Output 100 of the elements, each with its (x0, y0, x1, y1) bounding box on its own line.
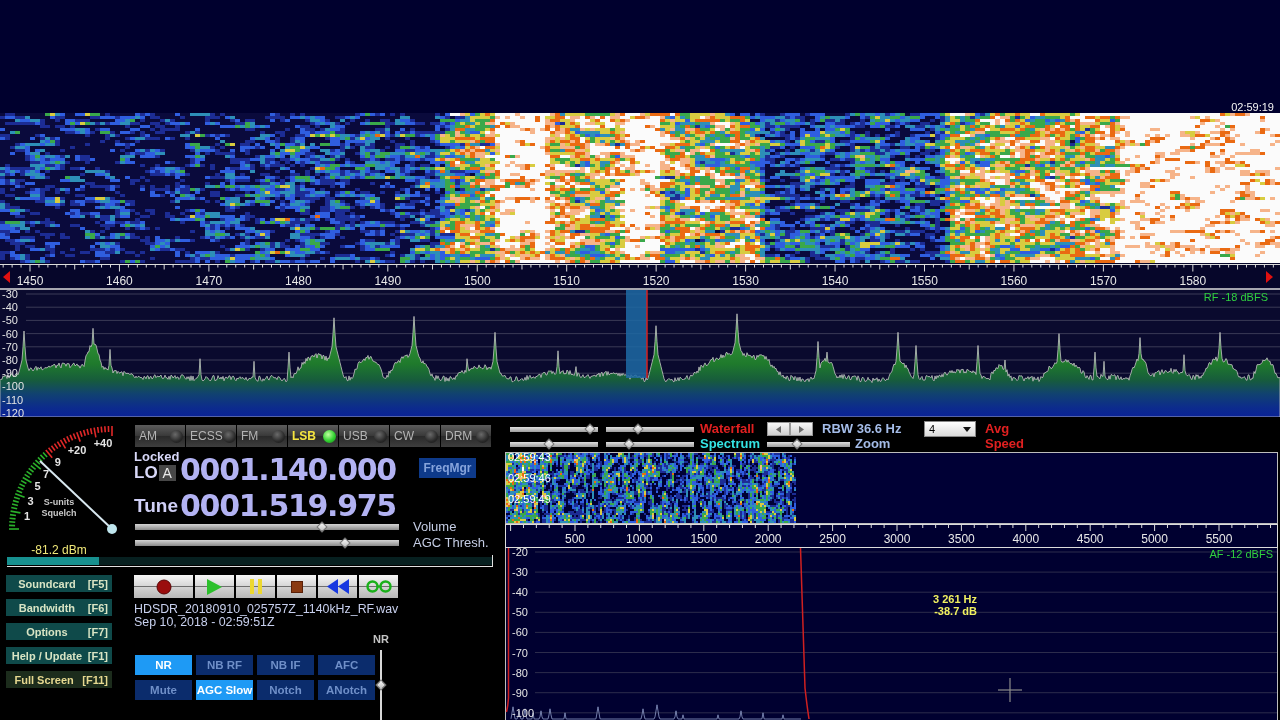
slider-track[interactable] (135, 521, 399, 533)
axis-label: 1530 (732, 274, 759, 288)
mode-button[interactable]: FM (237, 425, 287, 447)
axis-label: 1550 (911, 274, 938, 288)
axis-label: 3000 (883, 532, 911, 546)
slider-thumb[interactable] (375, 679, 387, 691)
play-button[interactable] (195, 575, 234, 598)
rbw-label: RBW 36.6 Hz (822, 422, 902, 436)
axis-label: 5500 (1205, 532, 1233, 546)
scale-label: 1 (24, 509, 31, 522)
crosshair-icon (997, 677, 1023, 703)
axis-label: 1000 (626, 532, 653, 546)
step-right-button[interactable] (790, 422, 813, 436)
mode-button[interactable]: USB (339, 425, 389, 447)
dsp-button[interactable]: AGC Slow (196, 680, 253, 700)
meter-caption: S-units (43, 497, 75, 507)
speed-label: Speed (985, 437, 1024, 451)
axis-label: 2500 (819, 532, 846, 546)
recording-filename: HDSDR_20180910_025757Z_1140kHz_RF.wav (134, 603, 399, 616)
axis-label: 1460 (106, 274, 133, 288)
level-label: -30 (2, 290, 18, 300)
left-triangle-icon[interactable] (3, 271, 10, 283)
slider-thumb[interactable] (791, 438, 803, 450)
function-button[interactable]: Help / Update [F1] (6, 647, 112, 664)
level-label: -70 (512, 646, 528, 659)
slider-thumb[interactable] (543, 438, 555, 450)
lo-label: LO (134, 464, 158, 481)
led-icon (425, 429, 438, 443)
scale-label: 7 (43, 467, 50, 480)
led-icon (476, 429, 489, 443)
loop-button[interactable] (359, 575, 398, 598)
slider-label: Volume (413, 519, 457, 535)
right-triangle-icon[interactable] (1266, 271, 1273, 283)
led-icon (222, 429, 236, 443)
average-label: Avg (985, 422, 1010, 436)
rewind-icon (326, 579, 349, 594)
level-label: -100 (2, 380, 25, 393)
axis-label: 1510 (553, 274, 581, 288)
mode-button[interactable]: LSB (288, 425, 338, 447)
dsp-button[interactable]: NB IF (257, 655, 314, 675)
tune-frequency[interactable]: 0001.519.975 (180, 489, 396, 523)
level-label: -40 (512, 586, 528, 599)
level-label: -120 (2, 406, 25, 417)
axis-label: 1450 (16, 274, 44, 288)
function-button[interactable]: Bandwidth [F6] (6, 599, 112, 616)
nr-label: NR (373, 633, 389, 645)
dsp-button[interactable]: NB RF (196, 655, 253, 675)
scale-label: +20 (67, 444, 87, 457)
level-label: -80 (512, 666, 528, 679)
level-label: -60 (2, 327, 18, 340)
dsp-button[interactable]: Mute (135, 680, 192, 700)
dsp-button[interactable]: AFC (318, 655, 375, 675)
tune-marker[interactable] (646, 290, 648, 379)
dsp-button[interactable]: NR (135, 655, 192, 675)
level-label: -20 (512, 548, 528, 558)
slider-track[interactable] (135, 537, 399, 549)
pause-button[interactable] (236, 575, 275, 598)
spectrum-label: Spectrum (700, 437, 760, 451)
led-icon (170, 429, 183, 443)
axis-label: 500 (565, 532, 585, 546)
tune-label: Tune (134, 495, 179, 517)
level-label: -80 (2, 354, 18, 366)
vfo-button[interactable]: A (158, 464, 176, 481)
dsp-button[interactable]: ANotch (318, 680, 375, 700)
rewind-button[interactable] (318, 575, 357, 598)
freq-manager-button[interactable]: FreqMgr (419, 458, 476, 478)
rf-level-readout: RF -18 dBFS (1203, 291, 1268, 303)
level-label: -100 (512, 706, 535, 719)
stop-button[interactable] (277, 575, 316, 598)
axis-label: 1570 (1090, 274, 1117, 288)
mode-button[interactable]: ECSS (186, 425, 236, 447)
axis-label: 1520 (642, 274, 670, 288)
left-triangle-icon (776, 425, 781, 433)
level-label: -90 (512, 686, 528, 699)
linked-rings-icon (365, 580, 392, 593)
function-button[interactable]: Soundcard [F5] (6, 575, 112, 592)
led-icon (272, 429, 285, 443)
slider-thumb[interactable] (623, 438, 635, 450)
meter-caption: Squelch (41, 508, 77, 518)
recording-timestamp: Sep 10, 2018 - 02:59:51Z (134, 616, 275, 629)
slider-thumb[interactable] (632, 423, 644, 435)
axis-label: 1500 (690, 532, 718, 546)
dsp-button[interactable]: Notch (257, 680, 314, 700)
function-button[interactable]: Options [F7] (6, 623, 112, 640)
slider-thumb[interactable] (339, 537, 351, 549)
mode-button[interactable]: AM (135, 425, 185, 447)
mode-button[interactable]: DRM (441, 425, 491, 447)
slider-label: AGC Thresh. (413, 535, 489, 551)
lo-frequency[interactable]: 0001.140.000 (180, 453, 396, 487)
step-left-button[interactable] (767, 422, 790, 436)
waterfall-label: Waterfall (700, 422, 755, 436)
mode-button[interactable]: CW (390, 425, 440, 447)
play-icon (207, 578, 222, 595)
axis-label: 1580 (1179, 274, 1207, 288)
axis-label: 1540 (821, 274, 849, 288)
filter-edge-line[interactable] (505, 548, 510, 713)
average-dropdown[interactable]: 4 (924, 421, 976, 437)
function-button[interactable]: Full Screen [F11] (6, 671, 112, 688)
record-button[interactable] (134, 575, 193, 598)
stop-icon (290, 580, 303, 593)
